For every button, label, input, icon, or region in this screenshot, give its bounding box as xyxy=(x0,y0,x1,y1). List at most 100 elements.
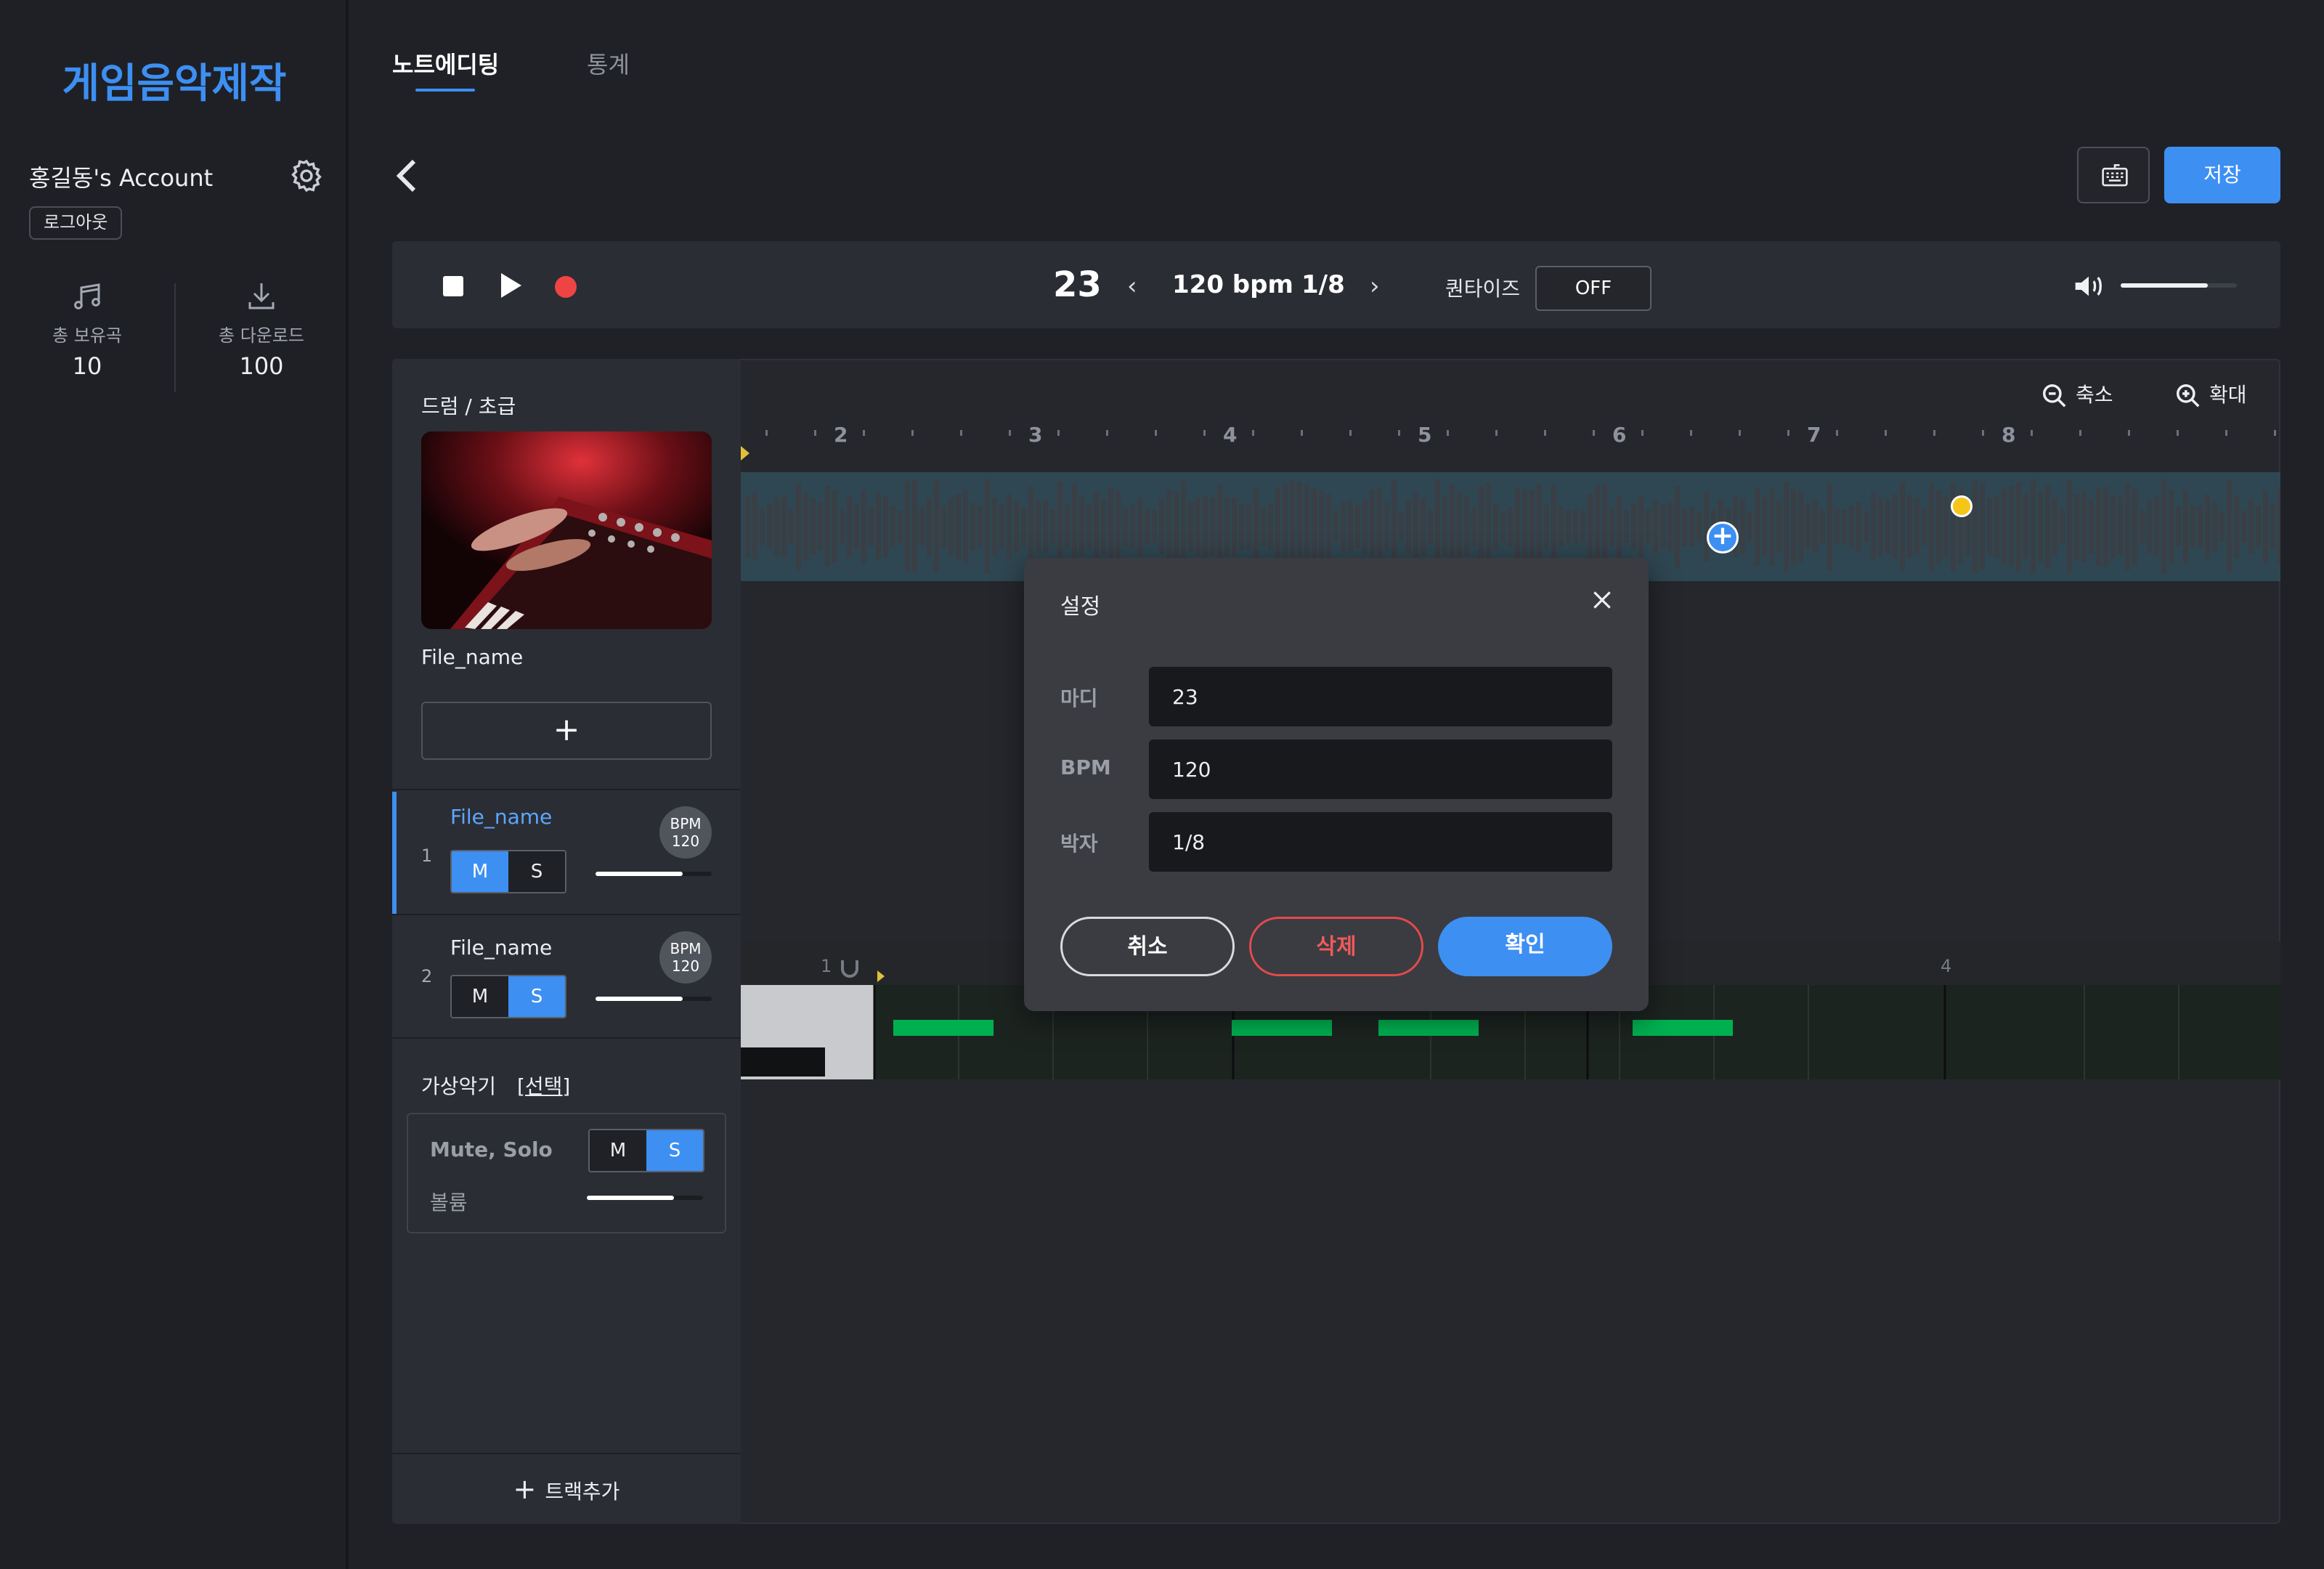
next-button[interactable]: › xyxy=(1370,272,1380,301)
mute-button[interactable]: M xyxy=(452,851,508,892)
waveform-bar xyxy=(847,495,852,558)
waveform-bar xyxy=(2278,487,2280,566)
ruler-number: 8 xyxy=(2002,423,2015,447)
waveform-bar xyxy=(1573,509,1578,544)
zoom-in-button[interactable]: 확대 xyxy=(2174,379,2247,410)
logout-button[interactable]: 로그아웃 xyxy=(29,206,123,240)
chevron-left-icon[interactable] xyxy=(392,155,421,196)
track-name[interactable]: File_name xyxy=(450,936,552,960)
tab-note-editing[interactable]: 노트에디팅 xyxy=(392,46,499,80)
ruler-tick xyxy=(2225,430,2227,436)
record-button[interactable] xyxy=(555,276,577,298)
waveform-bar xyxy=(1631,503,1636,551)
ruler-tick xyxy=(1252,430,1254,436)
confirm-button[interactable]: 확인 xyxy=(1438,917,1612,976)
waveform-bar xyxy=(1014,501,1019,552)
waveform-bar xyxy=(1776,500,1781,553)
cancel-button[interactable]: 취소 xyxy=(1060,917,1235,976)
stop-button[interactable] xyxy=(443,276,463,296)
waveform-bar xyxy=(1893,494,1898,559)
waveform-bar xyxy=(963,490,968,564)
roll-ruler-number: 1 xyxy=(821,956,832,976)
track-volume-slider[interactable] xyxy=(596,872,712,876)
keyboard-button[interactable] xyxy=(2077,147,2150,203)
ruler-tick xyxy=(2177,430,2179,436)
roll-ruler-number: 4 xyxy=(1941,956,1951,976)
waveform-bar xyxy=(1370,490,1375,564)
mute-solo-group: M S xyxy=(588,1129,704,1172)
instrument-volume-slider[interactable] xyxy=(587,1196,703,1200)
track-volume-slider[interactable] xyxy=(596,997,712,1001)
waveform-bar xyxy=(1137,497,1142,556)
mute-button[interactable]: M xyxy=(590,1130,646,1171)
waveform-bar xyxy=(2067,480,2072,573)
solo-button[interactable]: S xyxy=(508,976,565,1017)
master-volume-slider[interactable] xyxy=(2121,283,2237,288)
waveform-bar xyxy=(1312,487,1317,566)
waveform-bar xyxy=(810,498,816,555)
waveform-bar xyxy=(2038,491,2043,562)
waveform-bar xyxy=(1065,504,1070,549)
waveform-bar xyxy=(2060,509,2065,544)
timeline-ruler[interactable]: 2 3 4 5 6 7 8 xyxy=(741,418,2280,462)
selected-track-indicator xyxy=(392,792,397,914)
waveform-bar xyxy=(1130,504,1135,549)
beat-field[interactable] xyxy=(1149,812,1612,872)
instrument-volume-fill xyxy=(587,1196,674,1200)
prev-button[interactable]: ‹ xyxy=(1127,272,1137,301)
waveform-bar xyxy=(1094,492,1099,561)
waveform-bar xyxy=(1755,487,1760,567)
playhead-marker[interactable] xyxy=(741,446,749,461)
waveform-bar xyxy=(956,494,961,559)
waveform-bar xyxy=(1377,487,1382,566)
close-icon[interactable] xyxy=(1590,588,1614,612)
add-file-button[interactable]: + xyxy=(421,702,712,760)
zoom-out-button[interactable]: 축소 xyxy=(2041,379,2113,410)
beat-readout[interactable]: 1/8 xyxy=(1301,270,1345,299)
ruler-tick xyxy=(1106,430,1108,436)
midi-note[interactable] xyxy=(1633,1020,1733,1036)
add-track-button[interactable]: + 트랙추가 xyxy=(392,1453,741,1524)
waveform-bar xyxy=(1602,485,1607,569)
track-number: 2 xyxy=(421,966,433,986)
waveform-bar xyxy=(1326,494,1331,559)
waveform-bar xyxy=(1341,501,1346,552)
waveform-bar xyxy=(781,495,787,558)
delete-button[interactable]: 삭제 xyxy=(1249,917,1423,976)
waveform-bar xyxy=(883,496,888,557)
waveform-bar xyxy=(2002,489,2007,564)
tab-statistics[interactable]: 통계 xyxy=(587,46,630,80)
select-instrument-link[interactable]: [선택] xyxy=(517,1074,570,1098)
zoom-in-icon xyxy=(2177,384,2200,408)
bpm-readout[interactable]: 120 bpm xyxy=(1172,270,1293,299)
bpm-field[interactable] xyxy=(1149,739,1612,799)
waveform-bar xyxy=(1689,506,1694,547)
save-button[interactable]: 저장 xyxy=(2164,147,2280,203)
solo-button[interactable]: S xyxy=(508,851,565,892)
play-button[interactable] xyxy=(501,273,521,298)
ruler-tick xyxy=(1982,430,1984,436)
waveform-bar xyxy=(1007,494,1012,559)
midi-note[interactable] xyxy=(1232,1020,1332,1036)
waveform-bar xyxy=(1450,483,1455,570)
waveform-bar xyxy=(1907,495,1912,559)
bar-field[interactable] xyxy=(1149,667,1612,726)
master-volume-fill xyxy=(2121,283,2208,288)
track-name[interactable]: File_name xyxy=(450,805,552,829)
add-marker-button[interactable]: + xyxy=(1707,522,1739,554)
waveform-bar xyxy=(2241,511,2246,543)
gear-icon[interactable] xyxy=(288,157,325,195)
solo-button[interactable]: S xyxy=(646,1130,703,1171)
marker-handle[interactable] xyxy=(1951,495,1972,517)
waveform-bar xyxy=(1798,491,1803,562)
speaker-icon[interactable] xyxy=(2071,272,2106,301)
ruler-tick xyxy=(1836,430,1838,436)
mute-button[interactable]: M xyxy=(452,976,508,1017)
quantize-toggle[interactable]: OFF xyxy=(1535,266,1651,311)
waveform-bar xyxy=(1820,509,1825,544)
bar-number[interactable]: 23 xyxy=(1053,264,1102,305)
brand-logo[interactable]: 게임음악제작 xyxy=(0,51,349,110)
midi-note[interactable] xyxy=(1378,1020,1479,1036)
keyboard-icon xyxy=(2102,163,2128,187)
midi-note[interactable] xyxy=(893,1020,994,1036)
